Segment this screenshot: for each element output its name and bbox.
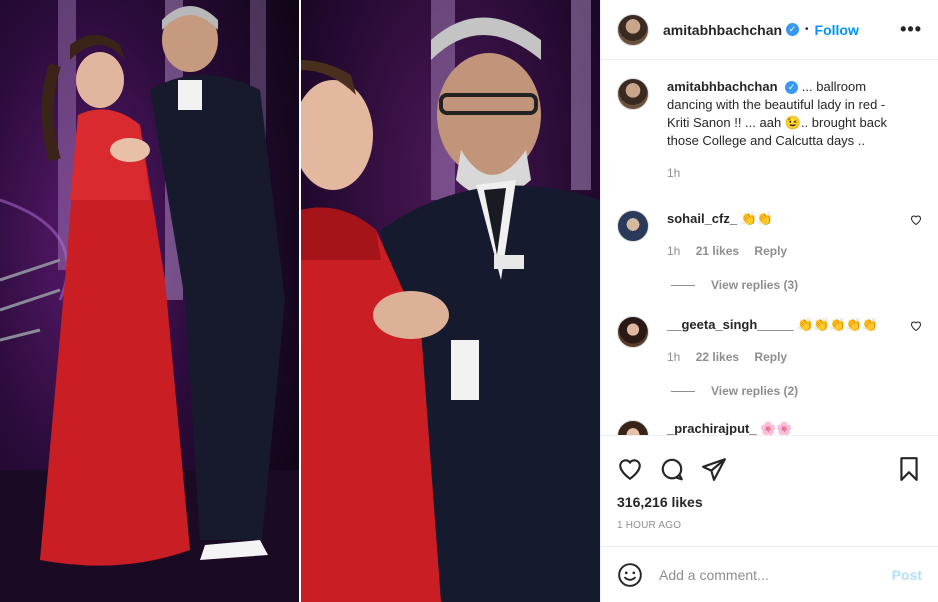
view-replies-button[interactable]: View replies (2) xyxy=(671,384,922,398)
view-replies-label: View replies (2) xyxy=(711,384,799,398)
comment-thread: _prachirajput_ 🌸🌸 xyxy=(617,420,922,436)
comment-time[interactable]: 1h xyxy=(667,244,680,258)
follow-button[interactable]: Follow xyxy=(815,22,859,38)
heart-icon[interactable] xyxy=(910,214,922,226)
verified-badge-icon: ✓ xyxy=(785,80,799,94)
post-header: amitabhbachchan ✓ • Follow ••• xyxy=(601,0,938,60)
avatar[interactable] xyxy=(617,316,649,348)
action-bar xyxy=(601,436,938,488)
post-side-panel: amitabhbachchan ✓ • Follow ••• amitabhba… xyxy=(600,0,938,602)
verified-badge-icon: ✓ xyxy=(786,23,800,36)
avatar[interactable] xyxy=(617,13,649,46)
instagram-post: amitabhbachchan ✓ • Follow ••• amitabhba… xyxy=(0,0,938,602)
more-options-icon[interactable]: ••• xyxy=(900,19,922,40)
caption: amitabhbachchan ✓ ... ballroom dancing w… xyxy=(617,78,922,182)
header-username[interactable]: amitabhbachchan xyxy=(663,22,782,38)
comment-username[interactable]: _prachirajput_ xyxy=(667,421,757,435)
emoji-icon[interactable] xyxy=(617,562,643,588)
post-media[interactable] xyxy=(0,0,600,602)
view-replies-label: View replies (3) xyxy=(711,278,799,292)
comment-icon[interactable] xyxy=(659,456,685,482)
reply-button[interactable]: Reply xyxy=(754,244,787,258)
view-replies-button[interactable]: View replies (3) xyxy=(671,278,922,292)
post-comment-button[interactable]: Post xyxy=(892,567,922,583)
comment-thread: sohail_cfz_ 👏👏 1h 21 likes Reply View re… xyxy=(617,210,922,292)
comment-text: 🌸🌸 xyxy=(760,421,793,436)
reply-button[interactable]: Reply xyxy=(754,350,787,364)
bookmark-icon[interactable] xyxy=(896,456,922,482)
comments-list[interactable]: amitabhbachchan ✓ ... ballroom dancing w… xyxy=(601,60,938,436)
like-count[interactable]: 316,216 likes xyxy=(601,488,938,510)
comment: __geeta_singh_____ 👏👏👏👏👏 1h 22 likes Rep… xyxy=(617,316,922,366)
comment-input[interactable] xyxy=(659,566,892,583)
comment: sohail_cfz_ 👏👏 1h 21 likes Reply xyxy=(617,210,922,260)
avatar[interactable] xyxy=(617,78,649,110)
stage-photo-right xyxy=(301,0,600,602)
photo-left xyxy=(0,0,299,602)
divider-line xyxy=(671,284,695,286)
photo-right xyxy=(301,0,600,602)
comment-likes[interactable]: 21 likes xyxy=(696,244,739,258)
comment-username[interactable]: sohail_cfz_ xyxy=(667,211,737,226)
comment: _prachirajput_ 🌸🌸 xyxy=(617,420,922,436)
caption-username[interactable]: amitabhbachchan xyxy=(667,79,778,94)
heart-icon[interactable] xyxy=(910,320,922,332)
caption-time[interactable]: 1h xyxy=(667,166,680,180)
comment-thread: __geeta_singh_____ 👏👏👏👏👏 1h 22 likes Rep… xyxy=(617,316,922,398)
add-comment-bar: Post xyxy=(601,546,938,602)
heart-icon[interactable] xyxy=(617,456,643,482)
comment-text: 👏👏👏👏👏 xyxy=(797,317,879,332)
comment-username[interactable]: __geeta_singh_____ xyxy=(667,317,793,332)
post-timestamp[interactable]: 1 HOUR AGO xyxy=(601,510,938,531)
separator-dot: • xyxy=(805,24,809,35)
share-icon[interactable] xyxy=(701,456,727,482)
comment-likes[interactable]: 22 likes xyxy=(696,350,739,364)
avatar[interactable] xyxy=(617,210,649,242)
stage-photo-left xyxy=(0,0,299,602)
avatar[interactable] xyxy=(617,420,649,435)
comment-time[interactable]: 1h xyxy=(667,350,680,364)
divider-line xyxy=(671,390,695,392)
comment-text: 👏👏 xyxy=(740,211,774,226)
